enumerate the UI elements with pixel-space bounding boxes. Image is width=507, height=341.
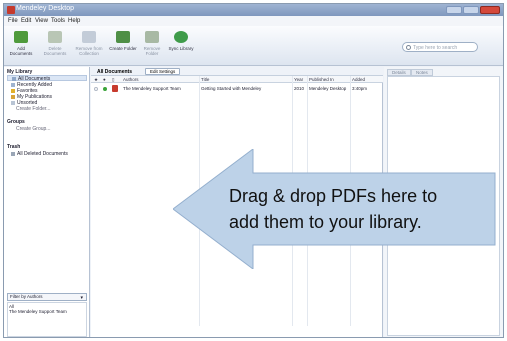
maximize-button[interactable] [463, 6, 479, 14]
sidebar-item-all-deleted-documents[interactable]: All Deleted Documents [11, 151, 68, 157]
remove-folder-icon [145, 31, 159, 43]
menu-view[interactable]: View [35, 18, 48, 24]
sync-library-icon [174, 31, 188, 43]
delete-documents-button[interactable]: Delete Documents [40, 29, 70, 63]
table-row[interactable]: The Mendeley Support Team Getting Starte… [91, 84, 383, 94]
unread-dot-icon[interactable] [103, 87, 107, 91]
pdf-icon [112, 85, 118, 92]
document-list-header: All Documents Edit Settings [91, 67, 383, 76]
search-box[interactable] [402, 42, 478, 52]
sidebar-item-all-documents[interactable]: All Documents [7, 75, 87, 82]
clock-icon [11, 82, 15, 87]
file-column-icon[interactable]: ▯ [112, 77, 114, 83]
filter-dropdown[interactable]: Filter by Authors ▾ [7, 293, 87, 301]
title-bar: Mendeley Desktop [4, 4, 503, 16]
column-header-row: ★ ● ▯ Authors Title Year Published In Ad… [91, 76, 383, 83]
favorite-star-icon[interactable] [94, 87, 98, 91]
menu-edit[interactable]: Edit [21, 18, 31, 24]
remove-from-collection-icon [82, 31, 96, 43]
column-published-in[interactable]: Published In [309, 77, 334, 82]
sidebar: My Library All Documents Recently Added … [4, 67, 90, 337]
trash-heading: Trash [7, 144, 21, 150]
callout-line-2: add them to your library. [229, 212, 422, 232]
menu-bar: File Edit View Tools Help [4, 16, 503, 26]
close-button[interactable] [480, 6, 500, 14]
search-input[interactable] [413, 44, 475, 51]
publications-icon [11, 94, 15, 99]
menu-help[interactable]: Help [68, 18, 80, 24]
tab-notes[interactable]: Notes [411, 69, 433, 76]
trash-icon [11, 151, 15, 156]
remove-from-collection-button[interactable]: Remove from Collection [74, 29, 104, 63]
add-documents-button[interactable]: Add Documents [6, 29, 36, 63]
drag-drop-callout: Drag & drop PDFs here to add them to you… [173, 149, 498, 269]
create-folder-button[interactable]: Create Folder [108, 29, 138, 63]
delete-documents-icon [48, 31, 62, 43]
chevron-down-icon: ▾ [80, 295, 83, 301]
column-title[interactable]: Title [201, 77, 209, 82]
read-status-column-icon[interactable]: ● [103, 77, 106, 82]
star-icon [11, 88, 15, 93]
cell-authors: The Mendeley Support Team [123, 86, 181, 91]
toolbar: Add Documents Delete Documents Remove fr… [4, 26, 503, 66]
sync-library-button[interactable]: Sync Library [166, 29, 196, 63]
filter-list: All The Mendeley Support Team [7, 302, 87, 337]
document-list-title: All Documents [97, 69, 133, 75]
remove-folder-button[interactable]: Remove Folder [137, 29, 167, 63]
cell-published-in: Mendeley Desktop [309, 86, 347, 91]
filter-item-author[interactable]: The Mendeley Support Team [9, 309, 85, 314]
groups-heading: Groups [7, 119, 25, 125]
edit-settings-button[interactable]: Edit Settings [145, 68, 181, 75]
callout-line-1: Drag & drop PDFs here to [229, 186, 438, 206]
minimize-button[interactable] [446, 6, 462, 14]
folder-icon [11, 100, 15, 105]
column-year[interactable]: Year [294, 77, 303, 82]
create-group-link[interactable]: Create Group... [16, 126, 50, 132]
column-added[interactable]: Added [352, 77, 365, 82]
cell-year: 2010 [294, 86, 305, 91]
tab-details[interactable]: Details [387, 69, 411, 76]
search-icon [406, 45, 411, 50]
cell-added: 3:40pm [352, 86, 368, 91]
menu-tools[interactable]: Tools [51, 18, 65, 24]
callout-text: Drag & drop PDFs here to add them to you… [229, 183, 493, 235]
documents-icon [12, 76, 16, 81]
menu-file[interactable]: File [8, 18, 18, 24]
create-folder-icon [116, 31, 130, 43]
favorite-column-icon[interactable]: ★ [94, 77, 98, 83]
column-authors[interactable]: Authors [123, 77, 139, 82]
cell-title: Getting Started with Mendeley [201, 86, 262, 91]
window-title: Mendeley Desktop [16, 5, 74, 12]
create-folder-link[interactable]: Create Folder... [16, 106, 50, 112]
mendeley-logo-icon [7, 6, 15, 14]
add-documents-icon [14, 31, 28, 43]
